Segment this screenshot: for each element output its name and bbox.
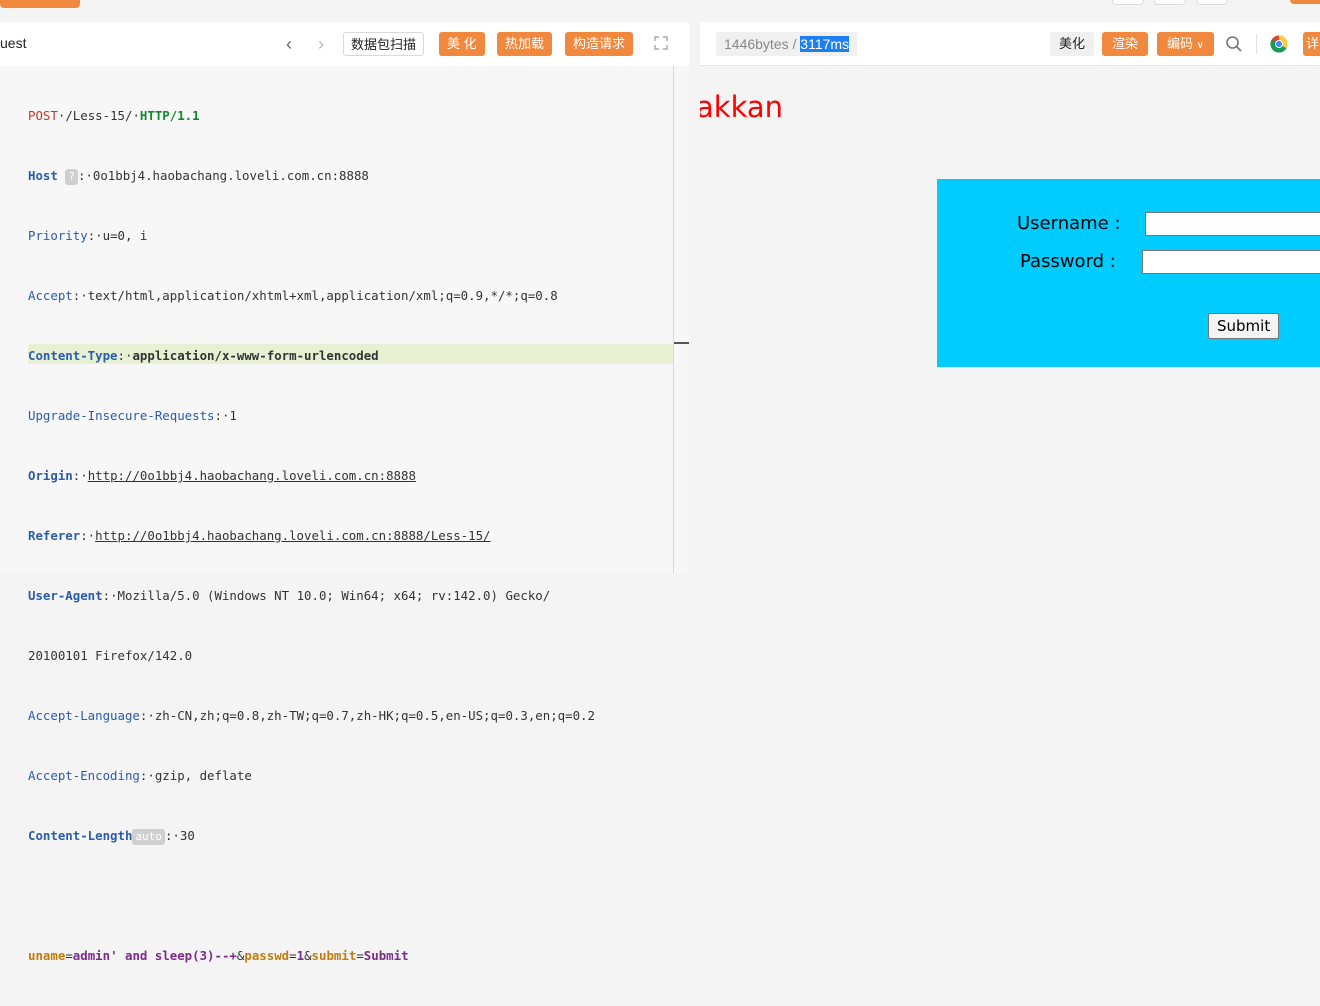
response-panel: 1446bytes / 3117ms 美化 渲染 编码 ∨ 详 akkan Us… — [700, 22, 1320, 573]
password-label: Password : — [1020, 251, 1116, 272]
packet-scan-button[interactable]: 数据包扫描 — [343, 32, 425, 56]
password-input[interactable] — [1142, 250, 1320, 274]
response-stats: 1446bytes / 3117ms — [716, 32, 858, 56]
header-separator — [1256, 34, 1257, 54]
chevron-right-icon[interactable]: › — [318, 34, 324, 54]
rendered-red-heading: akkan — [700, 90, 783, 124]
submit-button[interactable]: Submit — [1208, 313, 1280, 339]
chevron-down-icon: ∨ — [1196, 40, 1204, 51]
login-form: Username : Password : Submit — [937, 179, 1320, 367]
top-toolbar-strip — [0, 0, 1320, 22]
partial-orange-button[interactable]: 详 — [1303, 32, 1320, 56]
top-orange-button[interactable] — [1290, 0, 1320, 4]
render-button[interactable]: 渲染 — [1102, 32, 1149, 56]
request-title: uest — [0, 35, 27, 51]
top-button-1[interactable] — [1112, 0, 1144, 5]
host-help-chip[interactable]: ? — [65, 169, 78, 185]
request-panel: uest ‹ › 数据包扫描 美 化 热加载 构造请求 POST·/Less-1… — [0, 22, 690, 963]
request-code: POST·/Less-15/·HTTP/1.1 Host ?:·0o1bbj4.… — [28, 108, 595, 963]
hot-load-button[interactable]: 热加载 — [497, 32, 553, 56]
request-header: uest ‹ › 数据包扫描 美 化 热加载 构造请求 — [0, 22, 689, 66]
rendered-response: akkan Username : Password : Submit — [700, 66, 1320, 573]
encoding-dropdown[interactable]: 编码 ∨ — [1157, 32, 1214, 56]
request-editor[interactable]: POST·/Less-15/·HTTP/1.1 Host ?:·0o1bbj4.… — [0, 66, 689, 963]
username-label: Username : — [1017, 213, 1121, 234]
expand-icon[interactable] — [654, 36, 668, 50]
top-button-2[interactable] — [1154, 0, 1186, 5]
chevron-left-icon[interactable]: ‹ — [286, 34, 292, 54]
search-icon[interactable] — [1224, 34, 1244, 54]
response-beautify-button[interactable]: 美化 — [1050, 32, 1095, 56]
username-input[interactable] — [1145, 212, 1320, 236]
scrollbar-thumb[interactable] — [674, 342, 690, 344]
response-time: 3117ms — [800, 36, 850, 52]
content-length-auto-chip[interactable]: auto — [132, 829, 165, 845]
build-request-button[interactable]: 构造请求 — [565, 32, 634, 56]
panel-divider[interactable] — [689, 22, 700, 573]
editor-scrollbar[interactable] — [673, 66, 690, 573]
top-orange-tab[interactable] — [0, 0, 80, 8]
beautify-button[interactable]: 美 化 — [439, 32, 485, 56]
response-header: 1446bytes / 3117ms 美化 渲染 编码 ∨ 详 — [700, 22, 1320, 66]
top-button-3[interactable] — [1196, 0, 1228, 5]
chrome-icon[interactable] — [1270, 35, 1288, 53]
